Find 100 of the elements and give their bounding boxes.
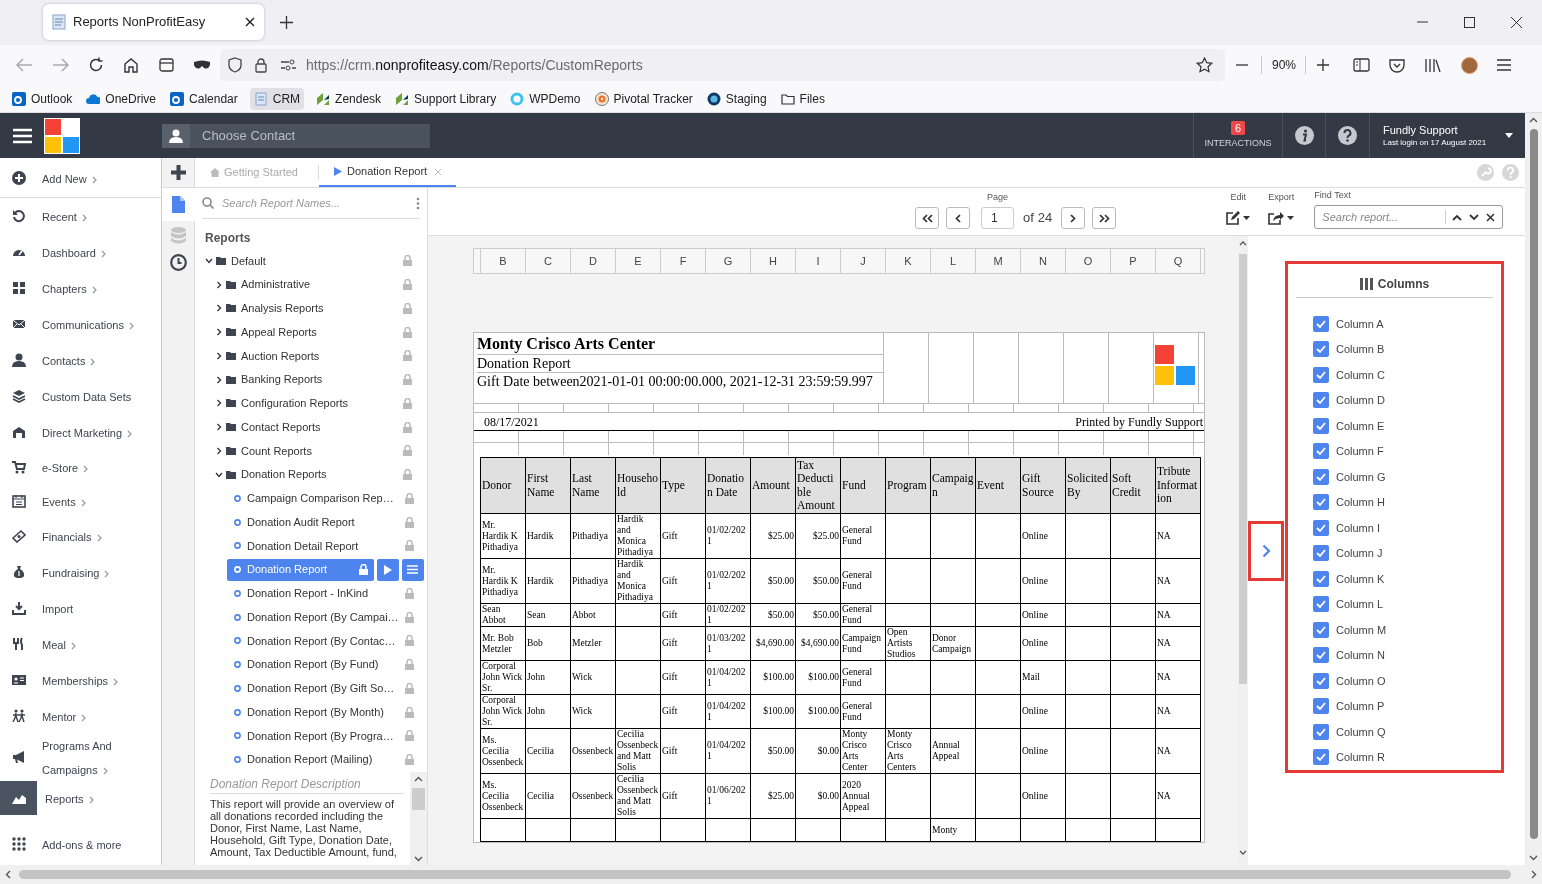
checkbox[interactable] [1313,698,1329,715]
library-icon[interactable] [1425,57,1442,73]
tree-report[interactable]: Donation Audit Report [227,513,414,531]
maximize-icon[interactable] [1464,17,1475,28]
previous-page-button[interactable] [946,207,970,229]
tree-report[interactable]: Campaign Comparison Rep… [227,490,414,507]
search-field[interactable]: Search Report Names... [222,194,416,212]
column-letter[interactable]: Q [1156,249,1201,273]
column-letter[interactable]: H [751,249,796,273]
tree-folder[interactable]: Appeal Reports [215,323,403,341]
column-letter[interactable]: O [1066,249,1111,273]
checkbox[interactable] [1313,621,1329,638]
column-toggle[interactable]: Column H [1313,489,1501,515]
sidebar-item[interactable]: Events [0,484,161,518]
sliders-icon[interactable] [281,59,296,71]
column-letter[interactable]: M [976,249,1021,273]
scroll-thumb[interactable] [412,788,425,810]
tree-report[interactable]: Donation Report (By Gift So… [227,680,414,697]
column-toggle[interactable]: Column I [1313,515,1501,541]
checkbox[interactable] [1313,519,1329,536]
bookmark[interactable]: Calendar [168,87,240,110]
user-menu[interactable]: Fundly Support Last login on 17 August 2021 [1370,113,1525,158]
checkbox[interactable] [1313,494,1329,511]
tree-folder[interactable]: Analysis Reports [215,300,403,317]
checkbox[interactable] [1313,570,1329,587]
checkbox[interactable] [1313,749,1329,766]
scroll-thumb[interactable] [1529,129,1538,839]
tree-folder[interactable]: Configuration Reports [215,395,403,412]
checkbox[interactable] [1313,647,1329,664]
checkbox[interactable] [1313,315,1329,332]
tab[interactable]: Donation Report [319,158,457,187]
column-toggle[interactable]: Column G [1313,464,1501,490]
sidebar-item[interactable]: Add New [0,158,161,198]
close-icon[interactable] [245,17,255,27]
tree-folder[interactable]: Contact Reports [215,418,403,436]
close-icon[interactable] [1486,212,1496,222]
sidebar-item[interactable]: Memberships [0,662,161,698]
sidebar-item[interactable]: Chapters [0,270,161,306]
scroll-up-icon[interactable] [1529,117,1538,123]
next-page-button[interactable] [1061,207,1086,229]
sidebar-item[interactable]: Recent [0,198,161,234]
column-letter[interactable]: J [841,249,886,273]
column-toggle[interactable]: Column L [1313,591,1501,617]
run-button[interactable] [376,558,399,581]
bookmark[interactable]: Staging [704,87,769,110]
tree-folder[interactable]: Default [205,252,403,270]
checkbox[interactable] [1313,392,1329,409]
scroll-down-icon[interactable] [414,856,423,862]
tree-folder[interactable]: Banking Reports [215,371,403,388]
checkbox[interactable] [1313,596,1329,613]
find-field[interactable]: Search report... [1314,205,1504,229]
scroll-left-icon[interactable] [5,870,11,879]
column-letter[interactable]: D [571,249,616,273]
window-icon[interactable] [159,58,174,72]
tree-report[interactable]: Donation Detail Report [227,537,414,555]
tree-report[interactable]: Donation Report (By Month) [227,703,414,721]
column-toggle[interactable]: Column E [1313,413,1501,439]
column-letter[interactable]: C [526,249,571,273]
first-page-button[interactable] [915,207,939,229]
sidebar-item[interactable]: e-Store [0,450,161,484]
star-icon[interactable] [1196,57,1213,73]
tree-report[interactable]: Donation Report (By Contac… [227,632,414,650]
column-letter[interactable]: B [481,249,526,273]
column-letter[interactable]: L [931,249,976,273]
tree-report[interactable]: Donation Report - InKind [227,585,414,602]
column-letter[interactable]: P [1111,249,1156,273]
checkbox[interactable] [1313,545,1329,562]
column-letter[interactable]: N [1021,249,1066,273]
last-page-button[interactable] [1092,207,1117,229]
sidebar-item[interactable]: Meal [0,626,161,662]
sidebar-item[interactable]: Programs And Campaigns [0,733,161,781]
url-text[interactable]: https://crm.nonprofiteasy.com/Reports/CustomReports [306,54,1196,76]
checkbox[interactable] [1313,468,1329,485]
bookmark[interactable]: Files [778,87,827,110]
column-letter[interactable]: E [616,249,661,273]
tree-folder[interactable]: Donation Reports [215,466,403,483]
scroll-down-icon[interactable] [1529,855,1538,861]
bookmark[interactable]: Pivotal Tracker [592,87,695,110]
interactions-button[interactable]: 6 INTERACTIONS [1193,113,1283,158]
menu-icon[interactable] [1497,59,1512,71]
sidebar-item[interactable]: Contacts [0,342,161,378]
tree-folder[interactable]: Count Reports [215,442,403,460]
column-toggle[interactable]: Column K [1313,566,1501,592]
chevron-down-icon[interactable] [1469,213,1480,221]
reports-rail-button[interactable] [161,188,195,221]
checkbox[interactable] [1313,672,1329,689]
new-tab-icon[interactable] [280,16,293,29]
page-field[interactable]: 1 [981,207,1014,229]
sidebar-item[interactable]: Custom Data Sets [0,378,161,414]
scroll-down-icon[interactable] [1239,850,1247,855]
close-icon[interactable] [1511,17,1522,28]
tree-folder[interactable]: Auction Reports [215,347,403,365]
column-toggle[interactable]: Column P [1313,693,1501,719]
mask-icon[interactable] [193,60,211,70]
sidebar-item[interactable]: Dashboard [0,234,161,270]
reload-icon[interactable] [88,57,104,73]
pocket-icon[interactable] [1389,57,1406,73]
collapse-panel-button[interactable] [1248,520,1284,581]
checkbox[interactable] [1313,443,1329,460]
reader-view-icon[interactable] [1353,58,1371,72]
